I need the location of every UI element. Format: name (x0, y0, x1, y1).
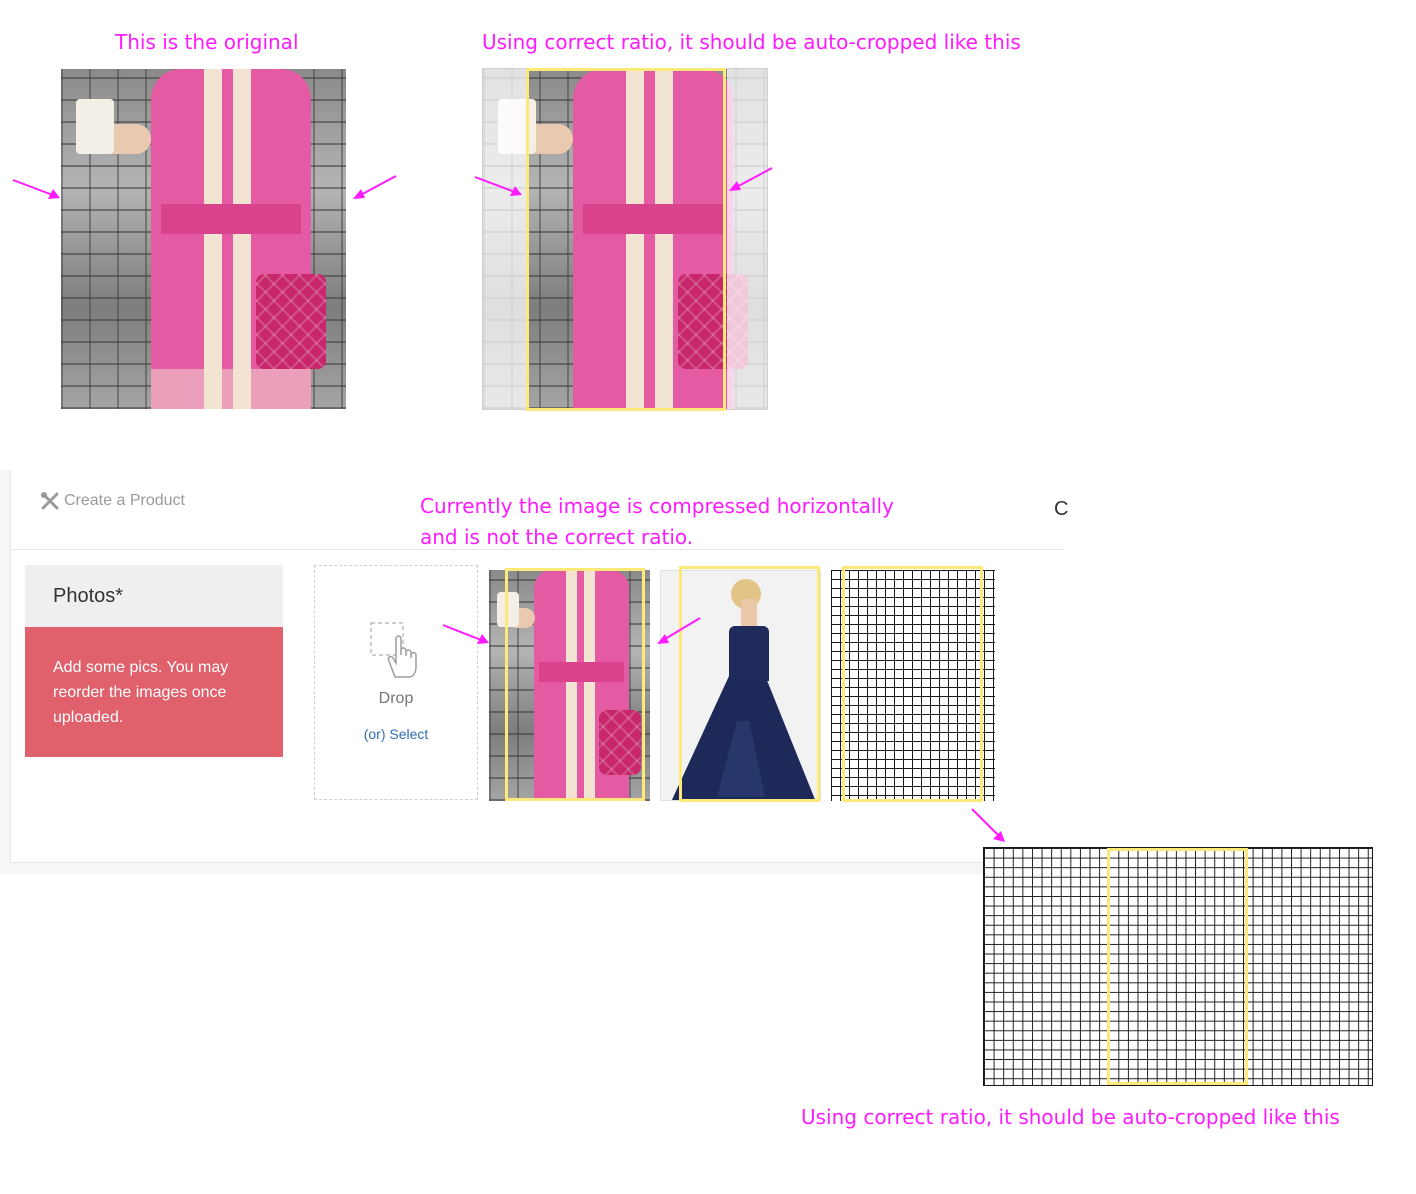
tools-icon (41, 492, 59, 510)
crop-highlight-grid (1107, 848, 1248, 1085)
photos-card-title: Photos* (25, 565, 283, 627)
arrow-icon (474, 176, 522, 196)
arrow-icon (729, 167, 773, 191)
select-link[interactable]: (or) Select (315, 726, 477, 742)
hand-pointer-icon (370, 622, 417, 678)
crop-highlight-thumb2 (679, 566, 820, 802)
breadcrumb-label: Create a Product (64, 492, 185, 509)
arrow-icon (971, 808, 1005, 842)
crop-label-top: Using correct ratio, it should be auto-c… (482, 30, 1021, 54)
arrow-icon (657, 617, 701, 644)
crop-label-bottom: Using correct ratio, it should be auto-c… (801, 1105, 1340, 1129)
photos-alert-message: Add some pics. You may reorder the image… (25, 627, 283, 757)
breadcrumb[interactable]: Create a Product (40, 490, 185, 512)
compressed-label-line1: Currently the image is compressed horizo… (420, 494, 894, 518)
arrow-icon (12, 179, 60, 199)
crop-highlight-thumb3 (842, 566, 983, 802)
dropzone[interactable]: Drop (or) Select (314, 565, 478, 800)
crop-highlight-top (526, 68, 726, 411)
compressed-label-line2: and is not the correct ratio. (420, 525, 694, 549)
original-photo (61, 69, 346, 409)
drop-label: Drop (378, 690, 414, 707)
photos-card: Photos* Add some pics. You may reorder t… (25, 565, 283, 757)
crop-highlight-thumb1 (505, 568, 645, 801)
arrow-icon (442, 624, 489, 644)
original-label: This is the original (115, 30, 299, 54)
cut-off-text: C (1054, 498, 1069, 520)
arrow-icon (353, 175, 397, 199)
